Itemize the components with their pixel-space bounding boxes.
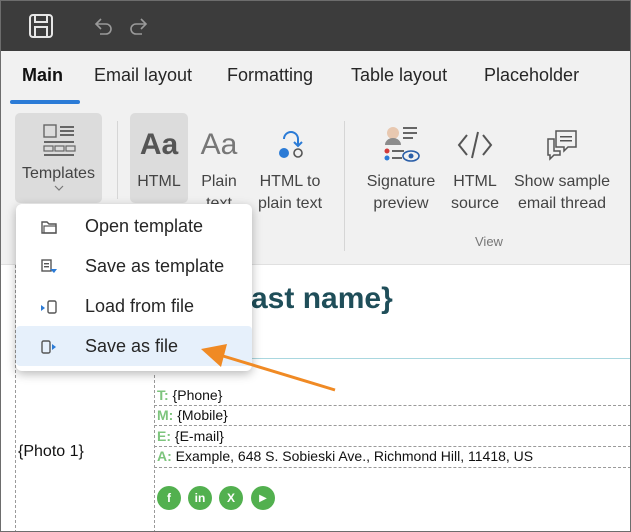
app-window: Main Email layout Formatting Table layou… bbox=[0, 0, 631, 532]
annotation-arrow bbox=[201, 344, 336, 392]
